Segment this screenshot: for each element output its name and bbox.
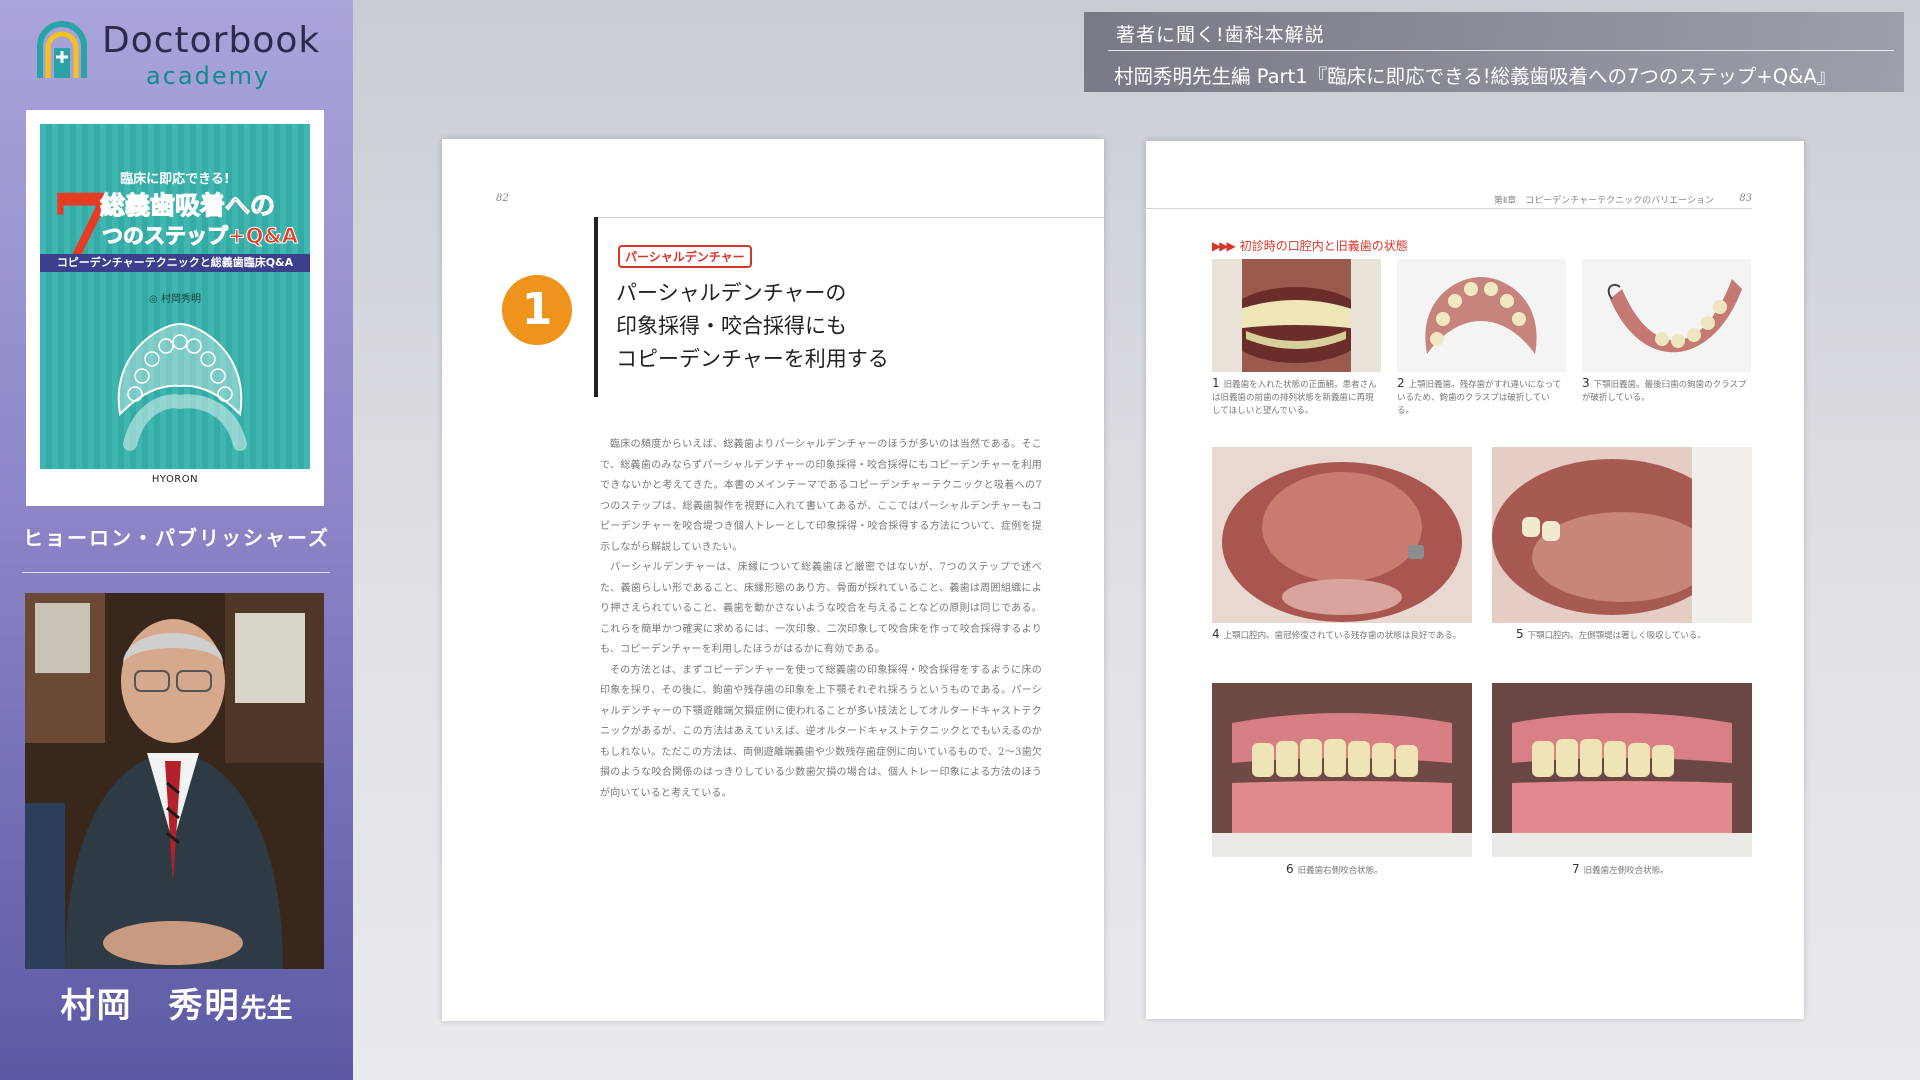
figure-caption-4: 4 上顎口腔内。歯冠修復されている残存歯の状態は良好である。 — [1212, 628, 1472, 643]
speaker-portrait-image — [25, 593, 324, 969]
cover-title-line1: 総義歯吸着への — [99, 191, 276, 221]
sidebar: Doctorbook academy 臨床に即応できる! 7 総義歯吸着への つ… — [0, 0, 353, 1080]
upper-denture-photo-image — [1397, 259, 1566, 372]
banner-divider — [1108, 50, 1894, 51]
figure-caption-3: 3 下顎旧義歯。最後臼歯の鉤歯のクラスプが破折している。 — [1582, 377, 1751, 405]
upper-mouth-photo-image — [1212, 447, 1472, 623]
figure-photo-4 — [1212, 447, 1472, 623]
figure-number: 1 — [1212, 376, 1220, 390]
banner-category: 著者に聞く!歯科本解説 — [1116, 24, 1325, 46]
cover-publisher-mark: HYORON — [151, 474, 199, 485]
speaker-name-text: 村岡 秀明 — [60, 986, 241, 1026]
figure-photo-5 — [1492, 447, 1752, 623]
figure-photo-2 — [1397, 259, 1566, 372]
figure-photo-3 — [1582, 259, 1751, 372]
right-page-number: 83 — [1739, 193, 1752, 204]
sidebar-divider — [22, 572, 330, 573]
figure-caption-text: 下顎口腔内。左側顎堤は著しく吸収している。 — [1527, 631, 1706, 641]
figure-caption-7: 7 旧義歯左側咬合状態。 — [1492, 863, 1752, 878]
section-heading: パーシャルデンチャーの 印象採得・咬合採得にも コピーデンチャーを利用する — [616, 277, 1056, 376]
figure-caption-text: 旧義歯右側咬合状態。 — [1297, 866, 1383, 876]
figure-number: 6 — [1286, 862, 1294, 876]
heading-line: パーシャルデンチャーの — [616, 281, 847, 305]
figure-caption-text: 上顎旧義歯。残存歯がすれ違いになっているため、鉤歯のクラスプは破折している。 — [1397, 380, 1562, 416]
speaker-name: 村岡 秀明先生 — [0, 978, 353, 1027]
left-page-number: 82 — [496, 193, 509, 204]
body-paragraph: その方法とは、まずコピーデンチャーを使って総義歯の印象採得・咬合採得をするように… — [600, 664, 1042, 799]
doctorbook-logo[interactable]: Doctorbook academy — [34, 18, 334, 90]
denture-illustration-icon — [117, 322, 247, 451]
smile-photo-image — [1212, 259, 1381, 372]
book-page-left: 82 1 パーシャルデンチャー パーシャルデンチャーの 印象採得・咬合採得にも … — [442, 139, 1104, 1021]
figure-number: 5 — [1516, 627, 1524, 641]
figure-photo-6 — [1212, 683, 1472, 857]
figure-caption-text: 下顎旧義歯。最後臼歯の鉤歯のクラスプが破折している。 — [1582, 380, 1747, 403]
logo-sub-text: academy — [146, 62, 271, 90]
book-page-right: 第Ⅱ章 コピーデンチャーテクニックのバリエーション 83 ▶▶▶ 初診時の口腔内と… — [1146, 141, 1804, 1019]
figure-photo-7 — [1492, 683, 1752, 857]
right-header-rule — [1146, 208, 1752, 209]
body-text: 臨床の頻度からいえば、総義歯よりパーシャルデンチャーのほうが多いのは当然である。… — [600, 435, 1042, 804]
heading-line: 印象採得・咬合採得にも — [616, 314, 847, 338]
running-head: 第Ⅱ章 コピーデンチャーテクニックのバリエーション — [1493, 196, 1714, 206]
right-occlusion-photo-image — [1212, 683, 1472, 857]
doctorbook-logo-icon — [37, 21, 87, 78]
figure-number: 3 — [1582, 376, 1590, 390]
figure-caption-1: 1 旧義歯を入れた状態の正面観。患者さんは旧義歯の前歯の排列状態を新義歯に再現して… — [1212, 377, 1381, 418]
section-number-badge: 1 — [502, 275, 572, 345]
lower-denture-photo-image — [1582, 259, 1751, 372]
figure-caption-text: 旧義歯左側咬合状態。 — [1583, 866, 1669, 876]
figure-section-label-text: 初診時の口腔内と旧義歯の状態 — [1239, 239, 1408, 253]
book-cover-card: 臨床に即応できる! 7 総義歯吸着への つのステップ+Q&A コピーデンチャーテ… — [26, 110, 324, 506]
cover-subtitle-band: コピーデンチャーテクニックと総義歯臨床Q&A — [40, 254, 310, 272]
figure-caption-6: 6 旧義歯右側咬合状態。 — [1212, 863, 1472, 878]
speaker-portrait — [25, 593, 324, 969]
figure-number: 7 — [1572, 862, 1580, 876]
cover-title-line2: つのステップ+Q&A — [101, 224, 299, 249]
figure-caption-text: 上顎口腔内。歯冠修復されている残存歯の状態は良好である。 — [1223, 631, 1462, 641]
left-header-rule — [594, 217, 1104, 218]
section-tag: パーシャルデンチャー — [618, 245, 752, 268]
body-paragraph: 臨床の頻度からいえば、総義歯よりパーシャルデンチャーのほうが多いのは当然である。… — [600, 439, 1042, 553]
title-banner: 著者に聞く!歯科本解説 村岡秀明先生編 Part1『臨床に即応できる!総義歯吸着… — [1084, 12, 1904, 92]
speaker-honorific: 先生 — [240, 994, 293, 1024]
triple-arrow-icon: ▶▶▶ — [1212, 239, 1236, 253]
logo-main-text: Doctorbook — [102, 20, 321, 61]
banner-title: 村岡秀明先生編 Part1『臨床に即応できる!総義歯吸着への7つのステップ+Q&… — [1114, 65, 1837, 88]
body-paragraph: パーシャルデンチャーは、床縁について総義歯ほど厳密ではないが、7つのステップで述… — [600, 562, 1042, 655]
figure-caption-2: 2 上顎旧義歯。残存歯がすれ違いになっているため、鉤歯のクラスプは破折している。 — [1397, 377, 1566, 418]
figure-caption-5: 5 下顎口腔内。左側顎堤は著しく吸収している。 — [1492, 628, 1752, 643]
publisher-name: ヒョーロン・パブリッシャーズ — [23, 526, 330, 550]
left-occlusion-photo-image — [1492, 683, 1752, 857]
figure-number: 2 — [1397, 376, 1405, 390]
figure-section-label: ▶▶▶ 初診時の口腔内と旧義歯の状態 — [1212, 237, 1408, 254]
book-cover: 臨床に即応できる! 7 総義歯吸着への つのステップ+Q&A コピーデンチャーテ… — [40, 124, 310, 469]
heading-line: コピーデンチャーを利用する — [616, 347, 889, 371]
figure-photo-1 — [1212, 259, 1381, 372]
lower-mouth-photo-image — [1492, 447, 1752, 623]
figure-caption-text: 旧義歯を入れた状態の正面観。患者さんは旧義歯の前歯の排列状態を新義歯に再現してほ… — [1212, 380, 1377, 416]
heading-vertical-bar — [594, 217, 598, 397]
cover-author: ◎ 村岡秀明 — [149, 294, 201, 305]
figure-number: 4 — [1212, 627, 1220, 641]
